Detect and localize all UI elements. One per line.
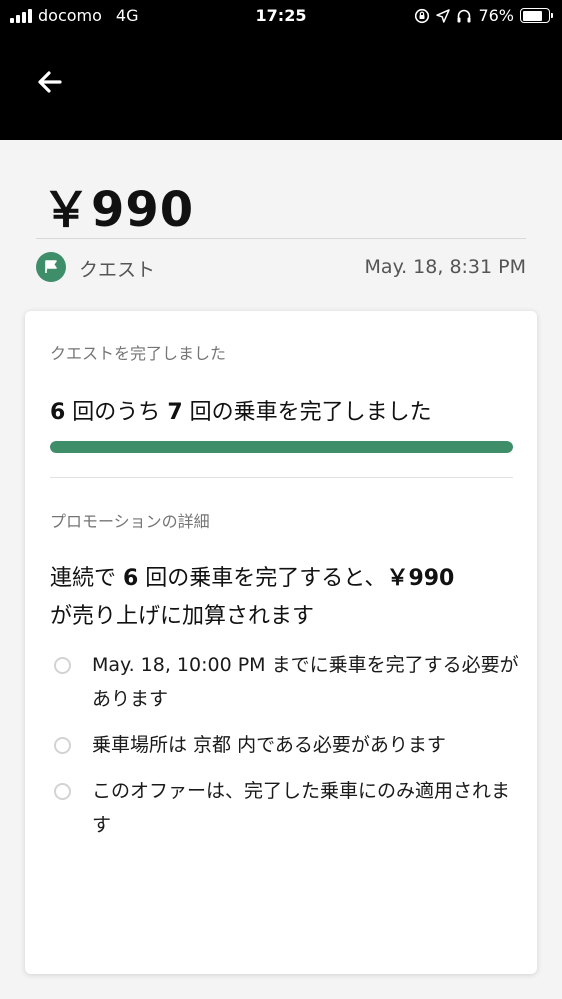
orientation-lock-icon bbox=[415, 8, 430, 23]
back-button[interactable] bbox=[30, 64, 70, 100]
status-bar: docomo 4G 17:25 76% bbox=[0, 0, 562, 34]
condition-text: 乗車場所は 京都 内である必要があります bbox=[92, 734, 446, 756]
category-row: クエスト May. 18, 8:31 PM bbox=[36, 251, 526, 283]
battery-level bbox=[522, 10, 542, 21]
quest-status-label: クエストを完了しました bbox=[50, 344, 227, 363]
battery-icon bbox=[520, 8, 553, 23]
trip-date: May. 18, 8:31 PM bbox=[364, 256, 526, 278]
condition-text: May. 18, 10:00 PM までに乗車を完了する必要があります bbox=[92, 654, 519, 710]
conditions-list: May. 18, 10:00 PM までに乗車を完了する必要があります 乗車場所… bbox=[50, 648, 520, 854]
trip-amount: ￥990 bbox=[42, 182, 195, 238]
bullet-circle-icon bbox=[54, 737, 71, 754]
back-arrow-icon bbox=[38, 71, 62, 93]
progress-bar bbox=[50, 441, 513, 453]
progress-text-mid: 回のうち bbox=[65, 400, 168, 425]
total-count: 7 bbox=[167, 400, 183, 425]
condition-item: 乗車場所は 京都 内である必要があります bbox=[50, 728, 520, 762]
completed-count: 6 bbox=[50, 400, 66, 425]
divider bbox=[36, 238, 526, 239]
condition-item: このオファーは、完了した乗車にのみ適用されます bbox=[50, 774, 520, 842]
flag-icon bbox=[36, 252, 66, 282]
promo-description: 連続で 6 回の乗車を完了すると、￥990 が売り上げに加算されます bbox=[50, 560, 520, 636]
bullet-circle-icon bbox=[54, 783, 71, 800]
nav-bar bbox=[0, 34, 562, 140]
quest-card: クエストを完了しました 6 回のうち 7 回の乗車を完了しました プロモーション… bbox=[25, 311, 537, 974]
progress-bar-fill bbox=[50, 441, 513, 453]
promo-desc-part3: が売り上げに加算されます bbox=[50, 604, 315, 629]
promo-details-label: プロモーションの詳細 bbox=[50, 512, 210, 531]
location-arrow-icon bbox=[436, 8, 451, 23]
category-label: クエスト bbox=[79, 259, 156, 281]
promo-desc-part1: 連続で bbox=[50, 566, 123, 591]
battery-percent: 76% bbox=[478, 6, 514, 25]
progress-text: 6 回のうち 7 回の乗車を完了しました bbox=[50, 394, 432, 426]
bullet-circle-icon bbox=[54, 657, 71, 674]
promo-bonus: ￥990 bbox=[386, 566, 455, 591]
condition-text: このオファーは、完了した乗車にのみ適用されます bbox=[92, 780, 511, 836]
headphones-icon bbox=[457, 9, 471, 22]
promo-desc-part2: 回の乗車を完了すると、 bbox=[138, 566, 387, 591]
condition-item: May. 18, 10:00 PM までに乗車を完了する必要があります bbox=[50, 648, 520, 716]
promo-ride-count: 6 bbox=[123, 566, 139, 591]
status-right: 76% bbox=[414, 6, 553, 25]
progress-text-post: 回の乗車を完了しました bbox=[182, 400, 432, 425]
card-divider bbox=[50, 477, 513, 478]
